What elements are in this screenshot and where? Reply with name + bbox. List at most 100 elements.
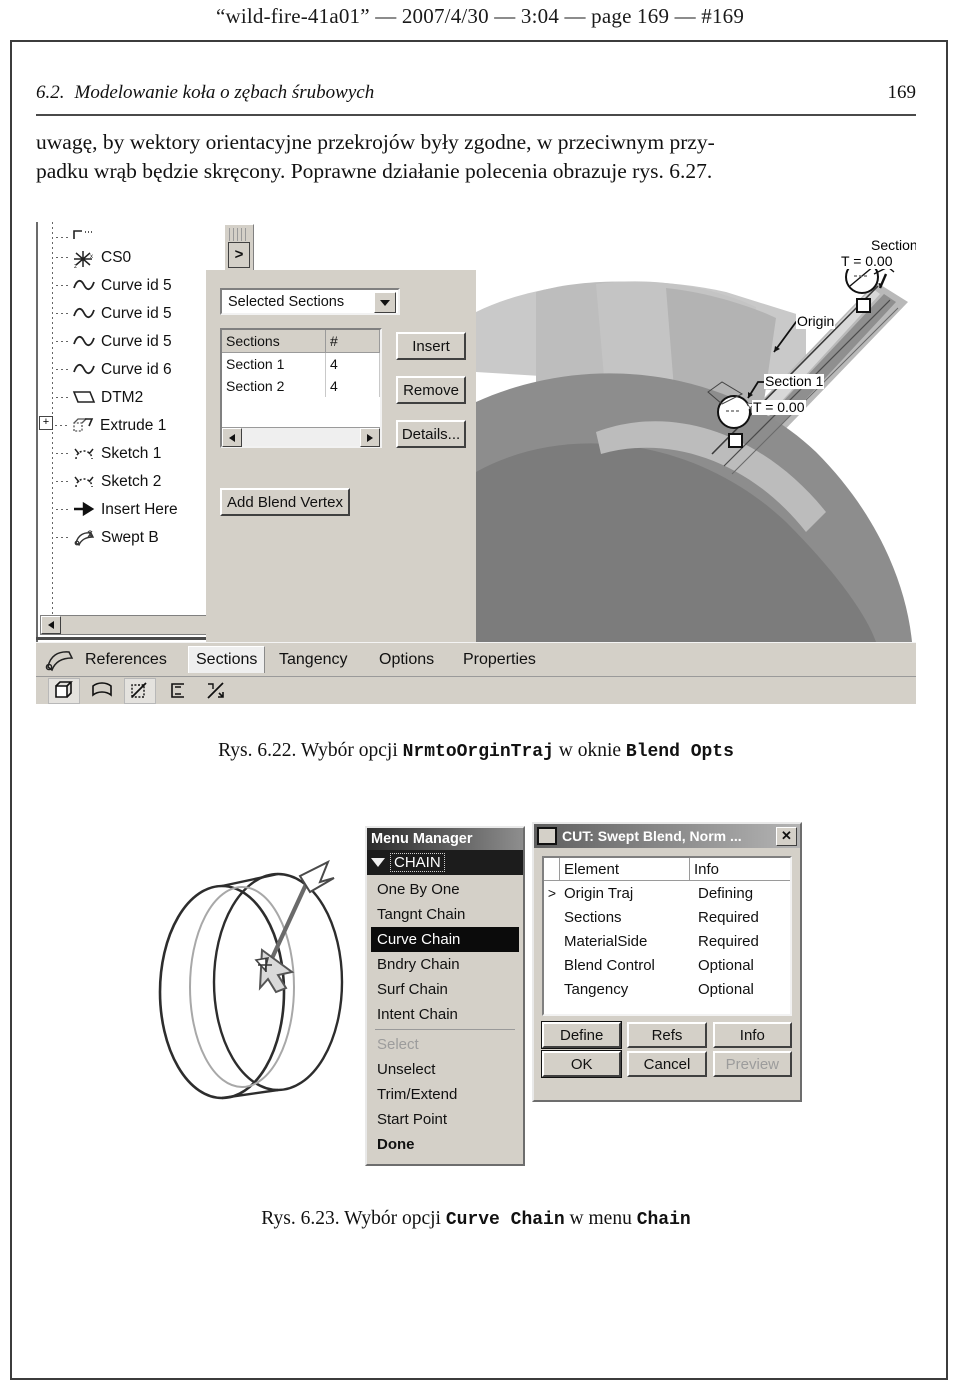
table-row[interactable]: Tangency Optional [544,977,790,1001]
dialog-title: CUT: Swept Blend, Norm ... [562,828,742,844]
cell-section-count: 4 [326,353,380,375]
drag-handle-icon[interactable] [229,228,247,241]
tree-item-sketch-1[interactable]: Sketch 1 [56,440,161,467]
svg-text:z: z [74,264,77,269]
menu-item-surf-chain[interactable]: Surf Chain [367,977,523,1002]
tab-options[interactable]: Options [372,646,441,673]
menu-item-intent-chain[interactable]: Intent Chain [367,1002,523,1027]
scroll-left-button[interactable] [222,428,242,447]
thin-surface-icon[interactable] [162,678,194,704]
menu-item-trim-extend[interactable]: Trim/Extend [367,1082,523,1107]
menu-item-bndry-chain[interactable]: Bndry Chain [367,952,523,977]
table-row[interactable]: Blend Control Optional [544,953,790,977]
tree-item-curve-4[interactable]: Curve id 6 [56,356,172,383]
insert-button[interactable]: Insert [396,332,466,360]
remove-material-icon[interactable] [200,678,232,704]
chapter-title: Modelowanie koła o zębach śrubowych [74,82,375,103]
menu-item-unselect[interactable]: Unselect [367,1057,523,1082]
define-button[interactable]: Define [542,1022,622,1048]
remove-button[interactable]: Remove [396,376,466,404]
tree-item-label: Sketch 2 [101,472,162,490]
tree-item-label: Swept B [101,528,159,546]
scroll-left-button[interactable] [41,616,61,634]
solid-cube-icon[interactable] [48,678,80,704]
menu-item-done[interactable]: Done [367,1132,523,1157]
surface-patch-icon[interactable] [86,678,118,704]
table-row[interactable]: > Origin Traj Defining [544,881,790,905]
menu-item-start-point[interactable]: Start Point [367,1107,523,1132]
tab-references[interactable]: References [78,646,174,673]
table-header-row: Element Info [544,858,790,881]
sections-mode-dropdown[interactable]: Selected Sections [220,288,400,315]
expand-chevron-button[interactable]: > [228,242,250,268]
chevron-left-icon [229,433,235,442]
tree-item-curve-2[interactable]: Curve id 5 [56,300,172,327]
extrude-icon [71,417,95,435]
tree-item-sketch-2[interactable]: Sketch 2 [56,468,161,495]
sections-list-box[interactable]: Sections # Section 1 4 Section 2 4 [220,328,382,448]
tree-bottom-rule [36,637,224,640]
menu-item-curve-chain[interactable]: Curve Chain [371,927,519,952]
info-button[interactable]: Info [712,1022,792,1048]
add-blend-vertex-button[interactable]: Add Blend Vertex [220,488,350,516]
scroll-right-button[interactable] [360,428,380,447]
tree-item-swept-blend[interactable]: Swept B [56,524,159,551]
caption-option-name: Curve Chain [445,1210,565,1230]
tree-expand-toggle[interactable]: + [39,416,53,430]
dialog-button-row-1: Define Refs Info [542,1022,792,1048]
cell-info: Required [698,932,759,950]
tree-item-dtm2[interactable]: DTM2 [56,384,143,411]
tab-tangency[interactable]: Tangency [272,646,355,673]
table-row[interactable]: Section 1 4 [222,353,380,375]
details-button[interactable]: Details... [396,420,466,448]
cell-info: Required [698,908,759,926]
caption-middle: w menu [564,1208,637,1229]
refs-button[interactable]: Refs [627,1022,707,1048]
menu-manager-title: Menu Manager [367,828,523,850]
triangle-down-icon [371,858,385,867]
curve-icon [72,361,96,379]
cancel-button[interactable]: Cancel [627,1051,707,1077]
table-row[interactable]: Section 2 4 [222,375,380,397]
menu-item-one-by-one[interactable]: One By One [367,877,523,902]
model-tree-panel[interactable]: z x CS0 Curve id 5 Curve id 5 Curve id 5… [36,222,223,642]
thin-section-icon[interactable] [124,678,156,704]
tree-horizontal-scrollbar[interactable] [40,615,223,635]
chevron-right-icon [367,433,373,442]
list-horizontal-scrollbar[interactable] [222,427,380,447]
close-icon[interactable]: ✕ [776,826,797,846]
header-rule [36,114,916,116]
preview-button: Preview [712,1051,792,1077]
figure-6-22-caption: Rys. 6.22. Wybór opcji NrmtoOrginTraj w … [36,740,916,762]
tree-item-curve-3[interactable]: Curve id 5 [56,328,172,355]
chevron-down-icon[interactable] [374,292,396,313]
ok-button[interactable]: OK [542,1051,622,1077]
cell-element: Blend Control [564,956,655,974]
tree-item-curve-1[interactable]: Curve id 5 [56,272,172,299]
tree-branch-dash [56,313,70,314]
dialog-title-bar[interactable]: CUT: Swept Blend, Norm ... ✕ [534,824,800,848]
header-count: # [326,330,380,352]
page-frame-right-rule [946,40,948,1380]
floating-toolbar[interactable]: > [224,224,254,272]
3d-viewport[interactable]: Section 2 T = 0.00 Origin Section 1 T = … [476,222,916,642]
tab-properties[interactable]: Properties [456,646,543,673]
header-info: Info [694,860,720,878]
figure-6-23-screenshot: Menu Manager CHAIN One By One Tangnt Cha… [150,822,810,1172]
tree-item-extrude-1[interactable]: + Extrude 1 [38,412,166,439]
table-row[interactable]: Sections Required [544,905,790,929]
tree-item-cs0[interactable]: z x CS0 [56,244,131,271]
tree-item-label: Extrude 1 [100,416,167,434]
cut-swept-blend-dialog: CUT: Swept Blend, Norm ... ✕ Element Inf… [532,822,802,1102]
tab-sections[interactable]: Sections [188,646,266,673]
table-row[interactable]: MaterialSide Required [544,929,790,953]
dashboard-toolbar [36,676,916,704]
tree-branch-dash [56,285,70,286]
element-info-table[interactable]: Element Info > Origin Traj Defining Sect… [542,856,792,1016]
menu-item-tangnt-chain[interactable]: Tangnt Chain [367,902,523,927]
tree-item-label: Curve id 5 [101,304,172,322]
tree-item-insert-here[interactable]: Insert Here [56,496,178,523]
row-marker: > [547,885,557,901]
chain-menu-header[interactable]: CHAIN [367,850,523,875]
scroll-track[interactable] [242,428,360,446]
